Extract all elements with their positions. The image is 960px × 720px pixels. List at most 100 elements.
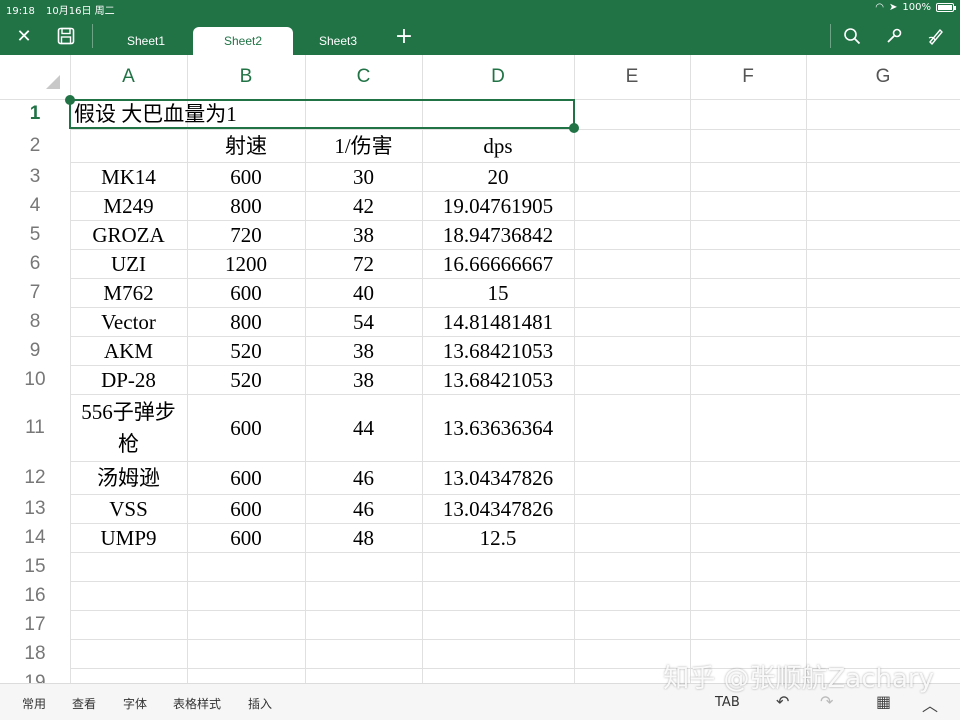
cell-D4[interactable]: 19.04761905 xyxy=(422,191,574,220)
cell-D11[interactable]: 13.63636364 xyxy=(422,394,574,461)
row-header-2[interactable]: 2 xyxy=(0,129,70,162)
cell-B13[interactable]: 600 xyxy=(187,494,305,523)
save-icon[interactable] xyxy=(52,22,80,50)
row-header-12[interactable]: 12 xyxy=(0,461,70,494)
wrench-icon[interactable] xyxy=(880,22,908,50)
cell-D3[interactable]: 20 xyxy=(422,162,574,191)
cell-D9[interactable]: 13.68421053 xyxy=(422,336,574,365)
cell-D2[interactable]: dps xyxy=(422,129,574,162)
menu-view[interactable]: 查看 xyxy=(72,695,96,712)
cell-A14[interactable]: UMP9 xyxy=(70,523,187,552)
chevron-up-icon[interactable]: ︿ xyxy=(922,692,938,716)
cell-B2[interactable]: 射速 xyxy=(187,129,305,162)
column-header-F[interactable]: F xyxy=(690,55,806,99)
cell-A11[interactable]: 556子弹步枪 xyxy=(70,394,187,461)
row-header-3[interactable]: 3 xyxy=(0,162,70,191)
cell-A7[interactable]: M762 xyxy=(70,278,187,307)
cell-D6[interactable]: 16.66666667 xyxy=(422,249,574,278)
cell-B8[interactable]: 800 xyxy=(187,307,305,336)
draw-icon[interactable] xyxy=(922,22,950,50)
cell-C5[interactable]: 38 xyxy=(305,220,422,249)
cell-C8[interactable]: 54 xyxy=(305,307,422,336)
cell-C6[interactable]: 72 xyxy=(305,249,422,278)
row-header-7[interactable]: 7 xyxy=(0,278,70,307)
cell-A5[interactable]: GROZA xyxy=(70,220,187,249)
cell-D8[interactable]: 14.81481481 xyxy=(422,307,574,336)
cell-C11[interactable]: 44 xyxy=(305,394,422,461)
cell-A2[interactable] xyxy=(70,129,187,162)
column-header-C[interactable]: C xyxy=(305,55,422,99)
selection-handle-bottom-right[interactable] xyxy=(569,123,579,133)
cell-A4[interactable]: M249 xyxy=(70,191,187,220)
select-all-corner[interactable] xyxy=(46,75,60,89)
row-header-1[interactable]: 1 xyxy=(0,99,70,129)
row-header-18[interactable]: 18 xyxy=(0,639,70,668)
cell-B14[interactable]: 600 xyxy=(187,523,305,552)
tab-sheet3[interactable]: Sheet3 xyxy=(288,27,388,55)
row-header-6[interactable]: 6 xyxy=(0,249,70,278)
cell-C7[interactable]: 40 xyxy=(305,278,422,307)
cell-B6[interactable]: 1200 xyxy=(187,249,305,278)
cell-C2[interactable]: 1/伤害 xyxy=(305,129,422,162)
cell-D5[interactable]: 18.94736842 xyxy=(422,220,574,249)
row-header-5[interactable]: 5 xyxy=(0,220,70,249)
tab-sheet1[interactable]: Sheet1 xyxy=(96,27,196,55)
cell-C13[interactable]: 46 xyxy=(305,494,422,523)
row-header-8[interactable]: 8 xyxy=(0,307,70,336)
cell-D7[interactable]: 15 xyxy=(422,278,574,307)
cell-C9[interactable]: 38 xyxy=(305,336,422,365)
cell-B12[interactable]: 600 xyxy=(187,461,305,494)
cell-B5[interactable]: 720 xyxy=(187,220,305,249)
spreadsheet-grid[interactable]: ABCDEFG 1 2 3 4 5 6 7 8 9 10 11 12 13 14 15 16 17 18 19 假设… xyxy=(0,55,960,683)
cell-D10[interactable]: 13.68421053 xyxy=(422,365,574,394)
column-header-G[interactable]: G xyxy=(806,55,960,99)
cell-A3[interactable]: MK14 xyxy=(70,162,187,191)
tab-key-button[interactable]: TAB xyxy=(715,695,740,710)
cell-A13[interactable]: VSS xyxy=(70,494,187,523)
row-header-14[interactable]: 14 xyxy=(0,523,70,552)
row-header-16[interactable]: 16 xyxy=(0,581,70,610)
row-header-4[interactable]: 4 xyxy=(0,191,70,220)
selection-handle-top-left[interactable] xyxy=(65,95,75,105)
cell-C10[interactable]: 38 xyxy=(305,365,422,394)
cell-D13[interactable]: 13.04347826 xyxy=(422,494,574,523)
search-icon[interactable] xyxy=(838,22,866,50)
cell-A10[interactable]: DP-28 xyxy=(70,365,187,394)
cell-C12[interactable]: 46 xyxy=(305,461,422,494)
close-icon[interactable]: ✕ xyxy=(10,22,38,50)
cell-D14[interactable]: 12.5 xyxy=(422,523,574,552)
cell-D12[interactable]: 13.04347826 xyxy=(422,461,574,494)
menu-insert[interactable]: 插入 xyxy=(248,695,272,712)
cell-B3[interactable]: 600 xyxy=(187,162,305,191)
cell-B9[interactable]: 520 xyxy=(187,336,305,365)
cell-A6[interactable]: UZI xyxy=(70,249,187,278)
cell-C4[interactable]: 42 xyxy=(305,191,422,220)
row-header-9[interactable]: 9 xyxy=(0,336,70,365)
row-header-13[interactable]: 13 xyxy=(0,494,70,523)
row-header-17[interactable]: 17 xyxy=(0,610,70,639)
cell-A12[interactable]: 汤姆逊 xyxy=(70,461,187,494)
grid-row-line xyxy=(70,610,960,611)
row-header-15[interactable]: 15 xyxy=(0,552,70,581)
menu-home[interactable]: 常用 xyxy=(22,695,46,712)
plus-icon[interactable]: + xyxy=(390,22,418,50)
cell-B4[interactable]: 800 xyxy=(187,191,305,220)
tab-sheet2[interactable]: Sheet2 xyxy=(193,27,293,55)
cell-A8[interactable]: Vector xyxy=(70,307,187,336)
cell-B11[interactable]: 600 xyxy=(187,394,305,461)
column-header-A[interactable]: A xyxy=(70,55,187,99)
menu-table-style[interactable]: 表格样式 xyxy=(173,695,221,712)
row-header-10[interactable]: 10 xyxy=(0,365,70,394)
menu-font[interactable]: 字体 xyxy=(123,695,147,712)
row-header-11[interactable]: 11 xyxy=(0,394,70,461)
cell-C3[interactable]: 30 xyxy=(305,162,422,191)
cell-C14[interactable]: 48 xyxy=(305,523,422,552)
column-header-B[interactable]: B xyxy=(187,55,305,99)
cell-B7[interactable]: 600 xyxy=(187,278,305,307)
column-header-E[interactable]: E xyxy=(574,55,690,99)
row-header-19[interactable]: 19 xyxy=(0,668,70,684)
selected-cell-range[interactable] xyxy=(69,99,575,129)
column-header-D[interactable]: D xyxy=(422,55,574,99)
cell-A9[interactable]: AKM xyxy=(70,336,187,365)
cell-B10[interactable]: 520 xyxy=(187,365,305,394)
